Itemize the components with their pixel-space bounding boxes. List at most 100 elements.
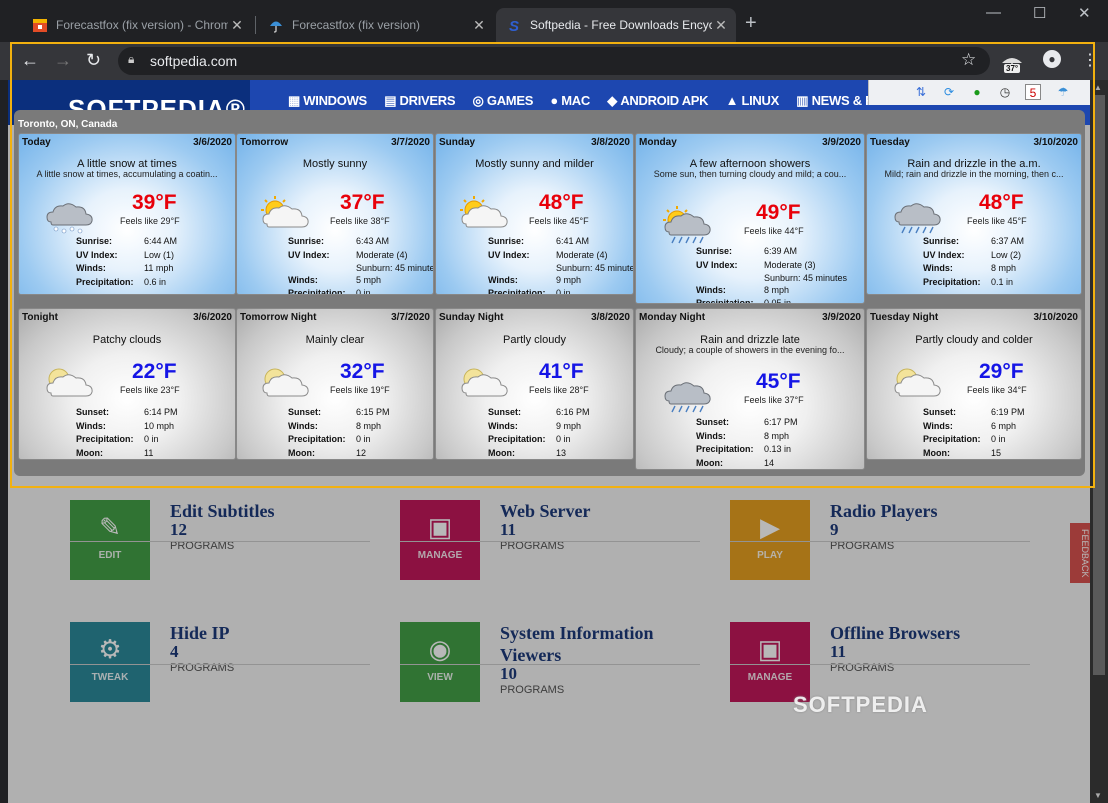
forecast-period: Today [22,137,51,148]
stat-label: Precipitation: [923,276,981,287]
stat-value: Moderate (4) Sunburn: 45 minutes [356,249,433,273]
scroll-up-arrow[interactable]: ▲ [1094,83,1102,92]
forecast-period: Tuesday [870,137,910,148]
stat-value: 6:16 PM [556,407,590,417]
maximize-button[interactable]: ☐ [1033,4,1046,22]
feels-like: Feels like 45°F [529,216,589,226]
feels-like: Feels like 38°F [330,216,390,226]
stat-value: 0 in [144,434,159,444]
sun-cloud-icon [456,194,516,234]
stat-value: 13 [556,447,567,458]
night-forecast-card[interactable]: Sunday Night 3/8/2020 Partly cloudy 41°F Fee… [435,308,634,460]
stat-value: 0 in [991,434,1006,444]
night-forecast-card[interactable]: Tonight 3/6/2020 Patchy clouds 22°F Feels li… [18,308,236,460]
forecast-stats: Sunset: 6:14 PM Winds: 10 mph Precipitation:… [76,406,235,459]
stat-label: Sunset: [923,407,957,417]
stat-value: 10 mph [144,420,175,431]
close-window-button[interactable]: ✕ [1078,4,1091,22]
forecast-stats: Sunset: 6:17 PM Winds: 8 mph Precipitation: 0… [696,416,864,469]
forecast-date: 3/8/2020 [591,312,630,323]
forecast-date: 3/6/2020 [193,312,232,323]
stat-label: Moon: [288,447,315,458]
browser-window: Forecastfox (fix version) - Chrome Web S… [0,0,1108,803]
forecast-title: Partly cloudy and colder [915,334,1033,346]
forecast-stats: Sunset: 6:16 PM Winds: 9 mph Precipitation: 0… [488,406,633,459]
stat-value: 8 mph [356,420,382,431]
umbrella-icon [268,17,284,33]
close-tab-icon[interactable]: ✕ [228,17,246,34]
stat-label: Precipitation: [288,434,346,444]
stat-value: Moderate (4) Sunburn: 45 minutes [556,249,633,273]
forecast-period: Monday Night [639,312,706,323]
snow-icon [41,194,101,234]
forecast-stats: Sunrise: 6:44 AM UV Index: Low (1) Winds: 11 … [76,235,235,294]
stat-label: Precipitation: [76,276,134,287]
forecast-temperature: 37°F [340,191,385,214]
forecast-date: 3/9/2020 [822,137,861,148]
forecast-description: Some sun, then turning cloudy and mild; … [653,169,847,179]
tab-strip: Forecastfox (fix version) - Chrome Web S… [0,0,1108,42]
stat-label: Winds: [76,420,106,431]
day-forecast-card[interactable]: Tomorrow 3/7/2020 Mostly sunny 37°F Feels li… [236,133,434,295]
close-tab-icon[interactable]: ✕ [712,17,730,34]
stat-value: 8 mph [991,263,1017,273]
stat-value: 0 in [556,288,571,295]
stat-value: 8 mph [764,430,790,441]
scroll-down-arrow[interactable]: ▼ [1094,791,1102,800]
stat-value: 6 mph [991,420,1017,431]
stat-value: 0.13 in [764,444,792,454]
new-tab-button[interactable]: + [745,12,757,35]
stat-label: Winds: [288,274,318,285]
stat-label: Winds: [696,284,726,295]
stat-label: Precipitation: [696,298,754,304]
softpedia-icon: S [506,17,522,35]
forecast-stats: Sunset: 6:19 PM Winds: 6 mph Precipitation: 0… [923,406,1081,459]
tab-chrome-web-store[interactable]: Forecastfox (fix version) - Chrome Web S… [22,8,252,42]
day-forecast-card[interactable]: Today 3/6/2020 A little snow at times A lit… [18,133,236,295]
forecast-date: 3/10/2020 [1033,312,1079,323]
stat-value: 15 [991,447,1002,458]
moon-cloud-icon [257,363,317,403]
stat-value: 0 in [356,434,371,444]
stat-value: 6:44 AM [144,236,178,246]
stat-value: Moderate (3) Sunburn: 45 minutes [764,259,848,283]
close-tab-icon[interactable]: ✕ [470,17,488,34]
minimize-button[interactable]: — [986,4,1001,21]
stat-value: Low (1) [144,249,175,260]
feels-like: Feels like 45°F [967,216,1027,226]
stat-label: Sunset: [696,417,730,427]
night-forecast-card[interactable]: Tuesday Night 3/10/2020 Partly cloudy and … [866,308,1082,460]
stat-label: Sunset: [488,407,522,417]
day-forecast-card[interactable]: Monday 3/9/2020 A few afternoon showers Som… [635,133,865,304]
tab-softpedia[interactable]: S Softpedia - Free Downloads Encyclopedi… [496,8,736,42]
forecast-description: A little snow at times, accumulating a c… [36,169,218,179]
day-forecast-card[interactable]: Tuesday 3/10/2020 Rain and drizzle in the … [866,133,1082,295]
forecast-date: 3/8/2020 [591,137,630,148]
night-forecast-card[interactable]: Monday Night 3/9/2020 Rain and drizzle lat… [635,308,865,470]
forecast-temperature: 48°F [979,191,1024,214]
stat-label: UV Index: [488,249,530,260]
rain-icon [889,194,949,234]
stat-value: 6:41 AM [556,236,590,246]
forecast-title: Mostly sunny and milder [475,158,594,170]
stat-value: 5 mph [356,274,382,285]
forecast-temperature: 45°F [756,370,801,393]
forecast-temperature: 49°F [756,201,801,224]
night-forecast-card[interactable]: Tomorrow Night 3/7/2020 Mainly clear 32°F Fe… [236,308,434,460]
feels-like: Feels like 28°F [529,385,589,395]
forecast-date: 3/10/2020 [1033,137,1079,148]
forecast-temperature: 29°F [979,360,1024,383]
stat-label: Moon: [696,457,723,468]
feels-like: Feels like 44°F [744,226,804,236]
stat-value: 8 mph [764,284,790,295]
stat-value: 6:15 PM [356,407,390,417]
tab-forecastfox[interactable]: Forecastfox (fix version) ✕ [258,8,494,42]
stat-value: 6:43 AM [356,236,390,246]
feels-like: Feels like 34°F [967,385,1027,395]
stat-label: Precipitation: [923,434,981,444]
stat-label: UV Index: [696,259,738,270]
forecast-description: Mild; rain and drizzle in the morning, t… [884,169,1064,179]
forecast-period: Sunday [439,137,476,148]
day-forecast-card[interactable]: Sunday 3/8/2020 Mostly sunny and milder 48°… [435,133,634,295]
stat-label: Winds: [488,274,518,285]
